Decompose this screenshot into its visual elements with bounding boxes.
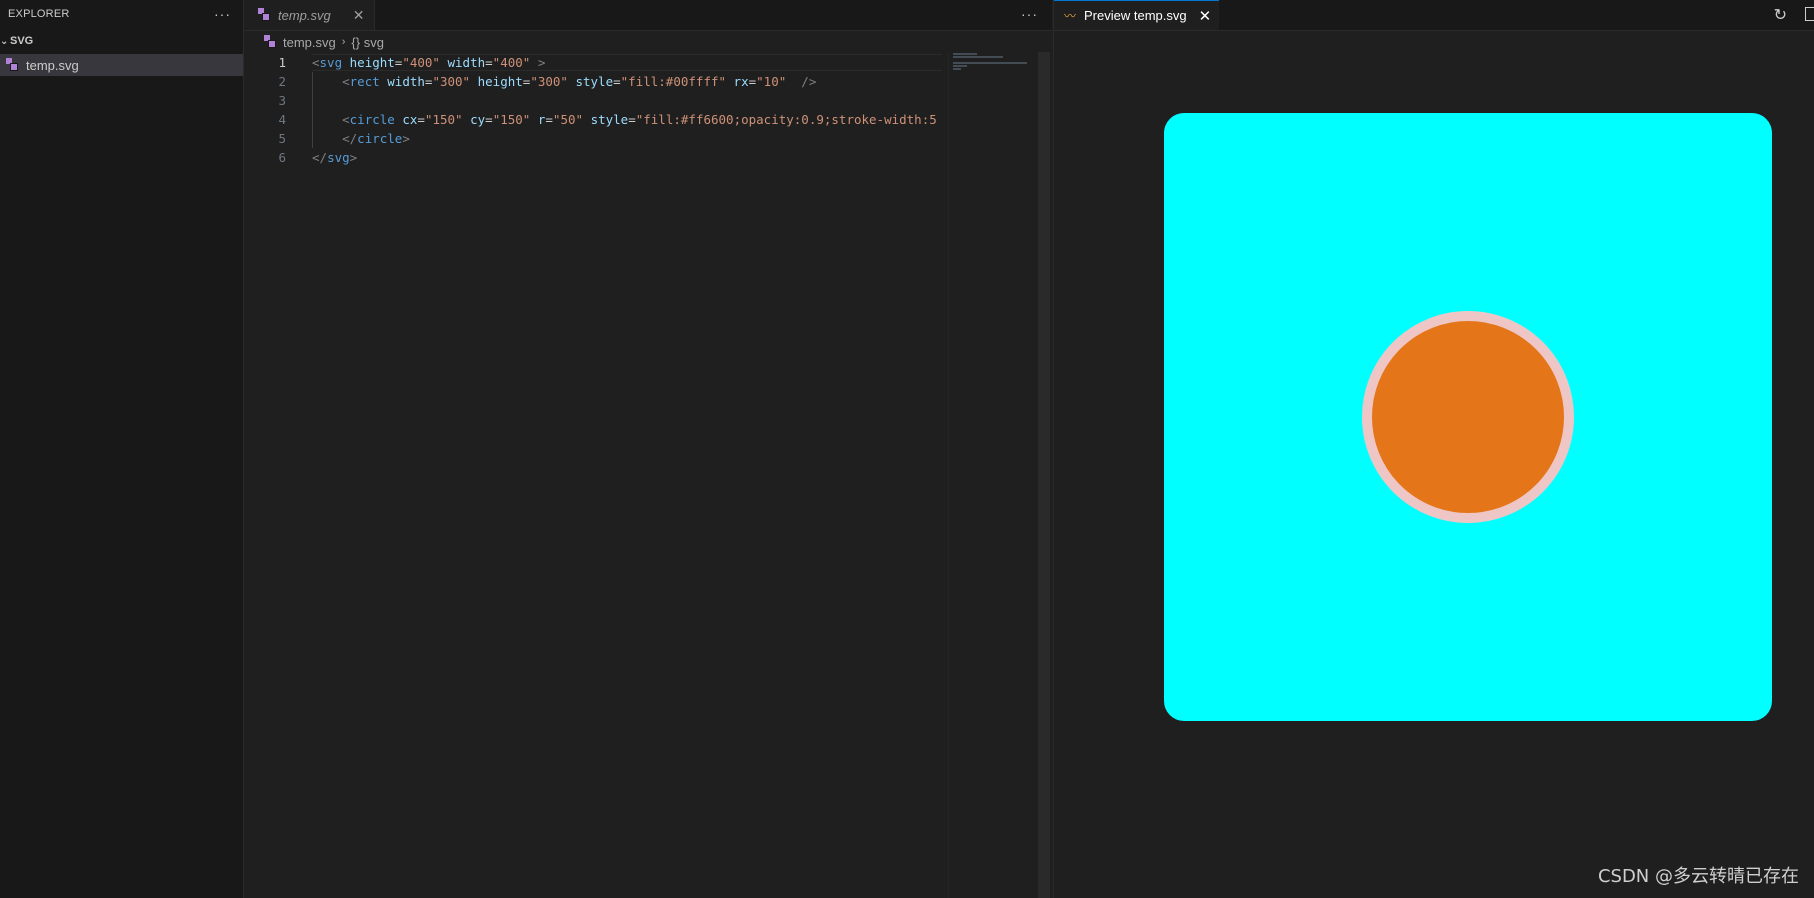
code-line[interactable]: 2 <rect width="300" height="300" style="… [244, 72, 1052, 91]
code-text: <svg height="400" width="400" > [312, 54, 942, 71]
line-number: 1 [278, 55, 286, 70]
folder-label: SVG [10, 35, 34, 47]
explorer-sidebar: EXPLORER ··· ⌄ SVG temp.svg [0, 0, 244, 898]
breadcrumb-file[interactable]: temp.svg [283, 35, 336, 50]
line-number: 6 [278, 150, 286, 165]
close-icon[interactable]: ✕ [353, 7, 365, 24]
preview-tab-bar: 〰 Preview temp.svg ✕ ↻ [1054, 0, 1814, 31]
file-item-label: temp.svg [26, 57, 79, 73]
indent-guide [312, 72, 313, 148]
minimap[interactable] [948, 52, 1035, 898]
svg-file-icon [258, 8, 272, 22]
svg-preview-canvas [1164, 113, 1772, 721]
line-number: 2 [278, 74, 286, 89]
svg-file-icon [264, 35, 278, 49]
svg-file-icon [6, 58, 20, 72]
close-icon[interactable]: ✕ [1199, 7, 1212, 25]
editor-tab-bar: temp.svg ✕ ··· [244, 0, 1052, 31]
chevron-down-icon: ⌄ [0, 35, 9, 47]
refresh-icon[interactable]: ↻ [1774, 5, 1787, 25]
code-text: </circle> [342, 131, 410, 146]
explorer-header: EXPLORER ··· [0, 0, 243, 28]
code-line[interactable]: 6 </svg> [244, 148, 1052, 167]
explorer-more-icon[interactable]: ··· [214, 6, 231, 22]
breadcrumb: temp.svg › {} svg [244, 31, 1052, 53]
code-editor-group: temp.svg ✕ ··· temp.svg › {} svg 1 <svg … [244, 0, 1052, 898]
line-number: 4 [278, 112, 286, 127]
svg-preview-group: 〰 Preview temp.svg ✕ ↻ CSDN @多云转晴已存在 [1053, 0, 1814, 898]
explorer-title: EXPLORER [8, 8, 70, 20]
code-line[interactable]: 5 </circle> [244, 129, 1052, 148]
folder-svg[interactable]: ⌄ SVG [0, 30, 243, 52]
tab-temp-svg[interactable]: temp.svg ✕ [244, 0, 376, 30]
code-line[interactable]: 4 <circle cx="150" cy="150" r="50" style… [244, 110, 1052, 129]
watermark: CSDN @多云转晴已存在 [1597, 866, 1799, 887]
tab-preview-temp-svg[interactable]: 〰 Preview temp.svg ✕ [1054, 0, 1220, 30]
code-area[interactable]: 1 <svg height="400" width="400" > 2 <rec… [244, 53, 1052, 167]
preview-circle [1362, 311, 1574, 523]
code-text: <rect width="300" height="300" style="fi… [342, 74, 817, 89]
split-editor-icon[interactable] [1805, 7, 1814, 21]
breadcrumb-symbol[interactable]: {} svg [351, 35, 384, 50]
tab-label: temp.svg [278, 7, 331, 23]
code-line[interactable]: 1 <svg height="400" width="400" > [244, 53, 1052, 72]
code-text: <circle cx="150" cy="150" r="50" style="… [342, 112, 937, 127]
preview-icon: 〰 [1064, 9, 1077, 23]
line-number: 5 [278, 131, 286, 146]
preview-tab-label: Preview temp.svg [1084, 8, 1187, 23]
code-text: </svg> [312, 150, 358, 165]
chevron-right-icon: › [341, 36, 346, 48]
code-line[interactable]: 3 [244, 91, 1052, 110]
file-item-temp-svg[interactable]: temp.svg [0, 54, 243, 76]
editor-more-icon[interactable]: ··· [1021, 6, 1038, 22]
line-number: 3 [278, 93, 286, 108]
editor-scrollbar[interactable] [1038, 52, 1050, 898]
